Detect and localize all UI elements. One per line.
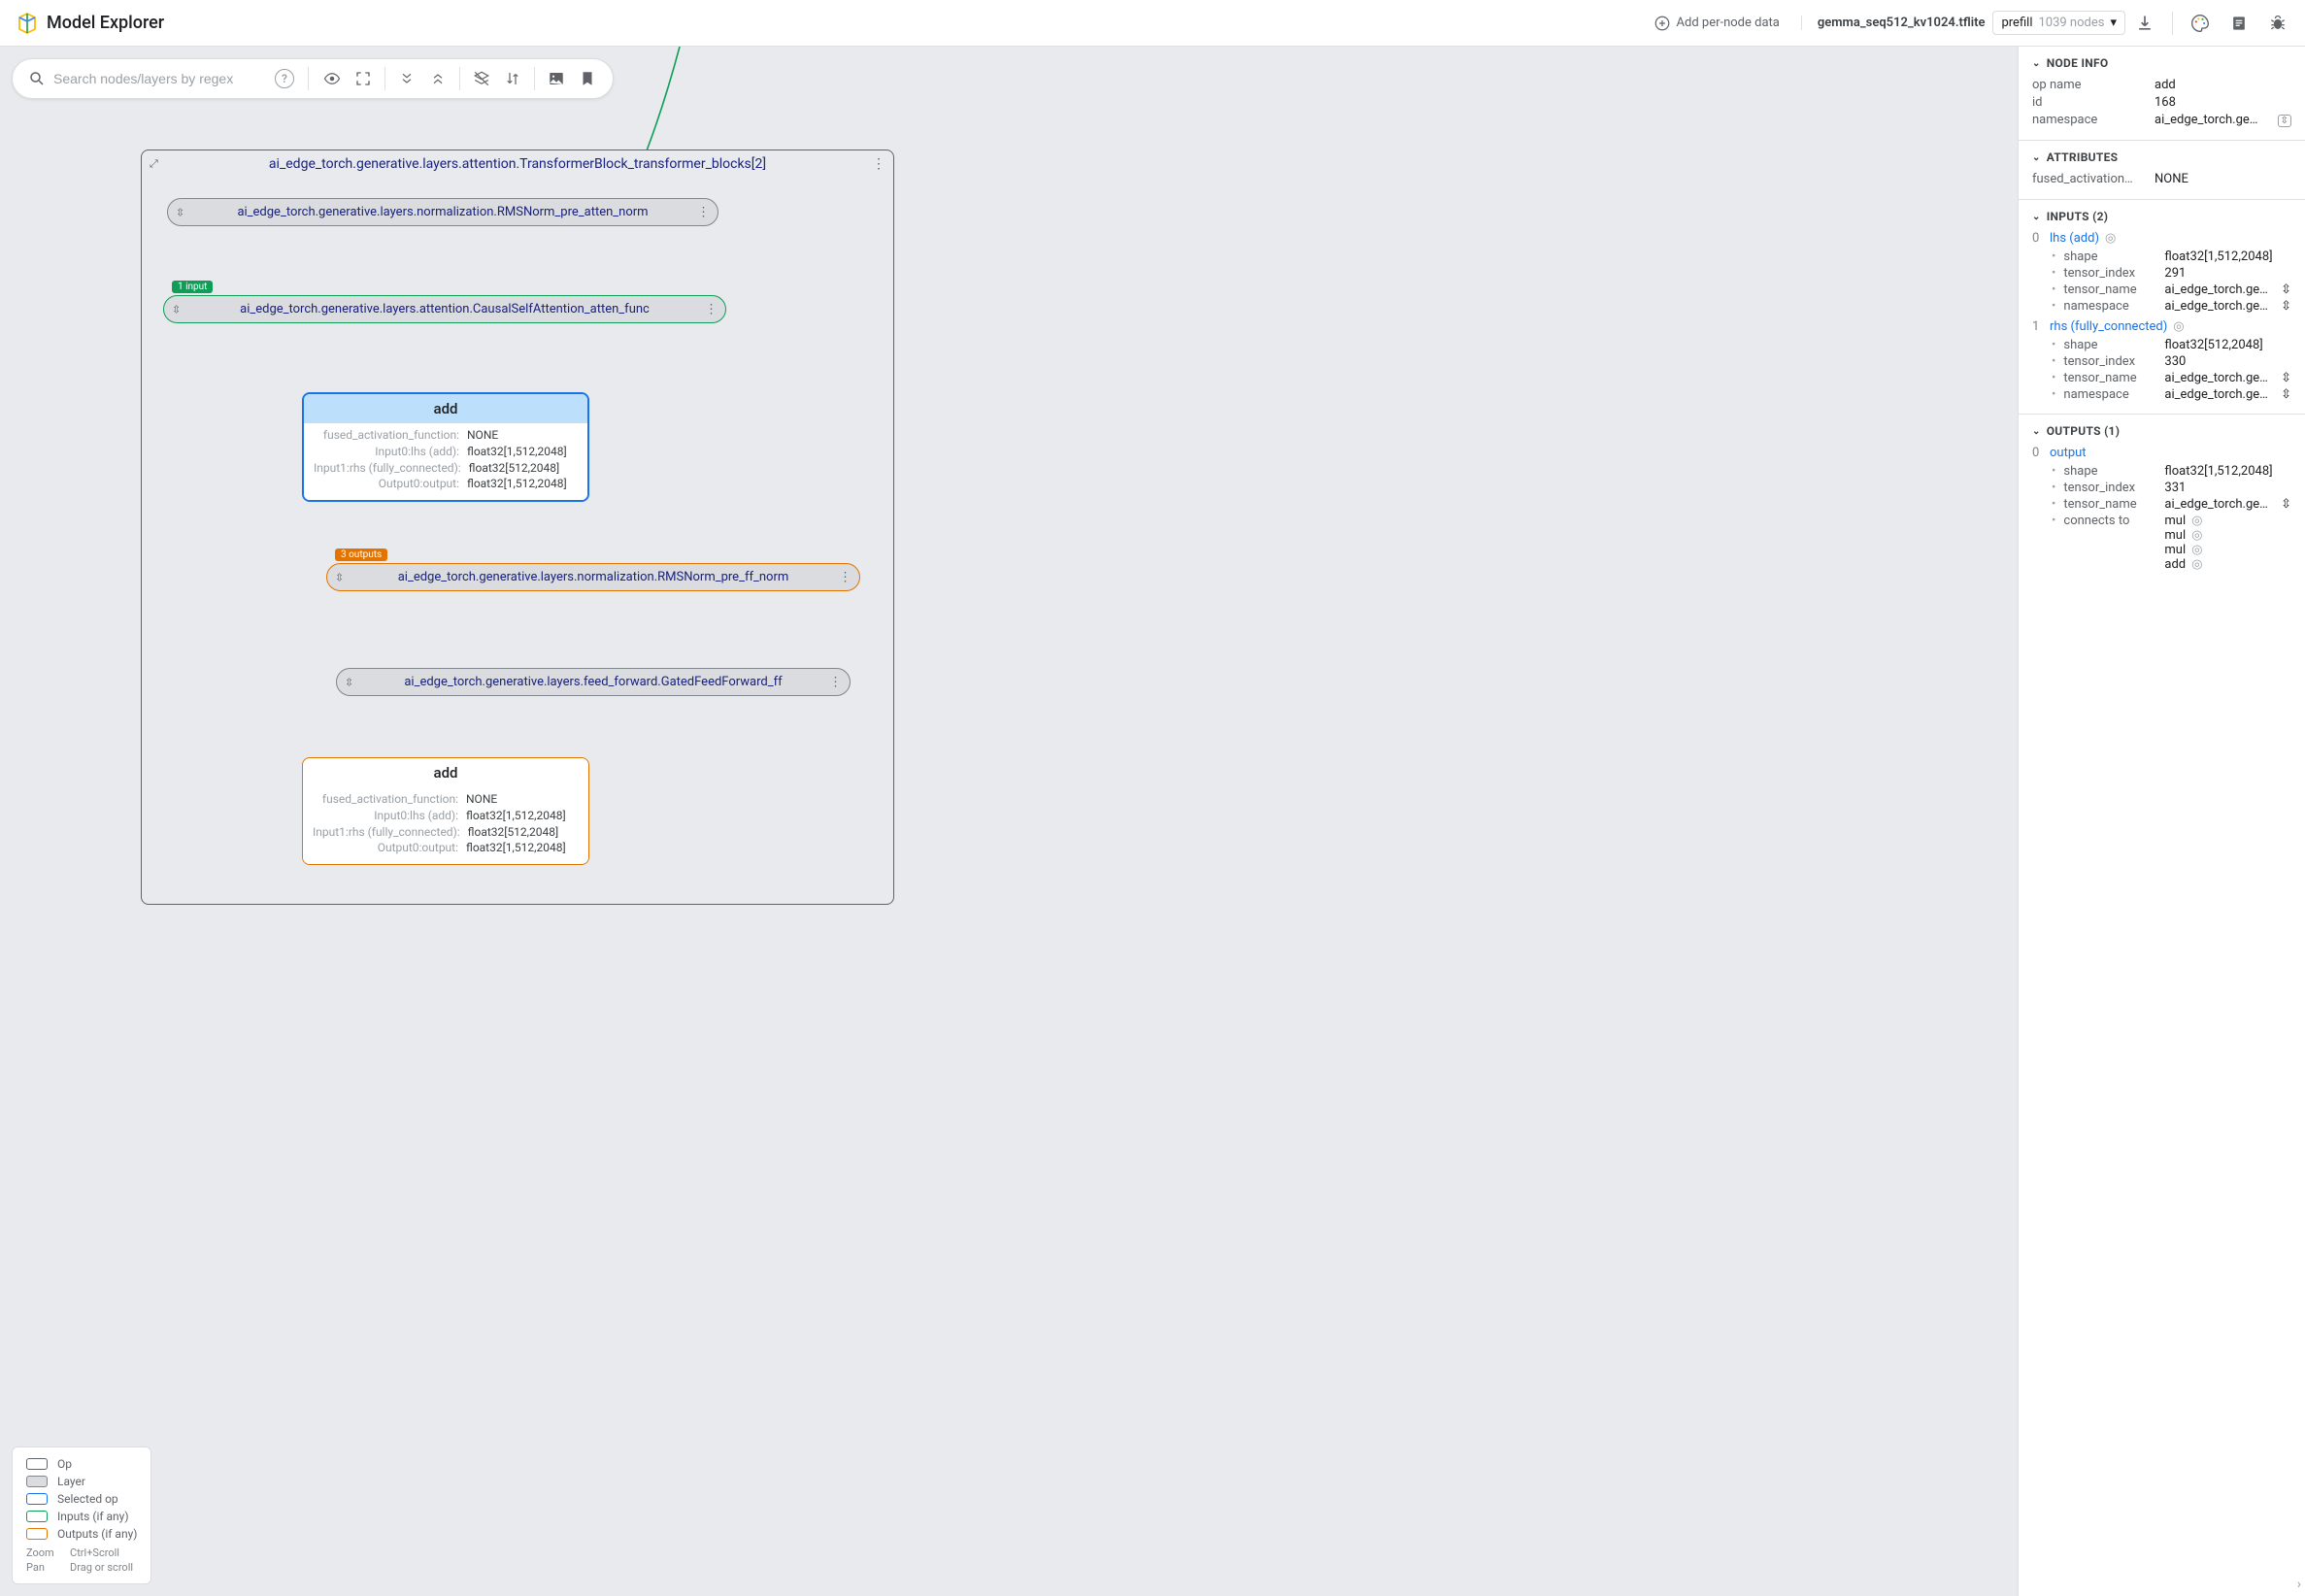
search-help-button[interactable]: ? [275,69,294,88]
app-header: Model Explorer Add per-node data gemma_s… [0,0,2305,47]
notes-button[interactable] [2227,12,2251,35]
connects-to-item[interactable]: mul◎ [2164,543,2291,557]
rmsnorm-pre-atten-node[interactable]: ⇳ ai_edge_torch.generative.layers.normal… [167,198,718,226]
palette-button[interactable] [2188,12,2212,35]
section-inputs[interactable]: ⌄INPUTS (2) [2032,210,2291,223]
canvas-toolbar: ? [12,58,614,99]
expand-all-button[interactable] [393,65,420,92]
output-0-link[interactable]: 0output [2032,446,2291,460]
input-1-link[interactable]: 1rhs (fully_connected)◎ [2032,319,2291,334]
model-name-label: gemma_seq512_kv1024.tflite [1801,16,1986,30]
bookmark-icon [579,70,596,87]
palette-icon [2190,14,2210,33]
section-node-info[interactable]: ⌄NODE INFO [2032,56,2291,70]
plus-circle-icon [1654,15,1671,32]
target-icon: ◎ [2191,528,2202,543]
more-icon[interactable]: ⋮ [705,302,718,316]
connects-to-item[interactable]: add◎ [2164,557,2291,572]
app-title: Model Explorer [47,13,164,33]
chevron-icon: ⌄ [2032,212,2041,222]
section-outputs[interactable]: ⌄OUTPUTS (1) [2032,424,2291,438]
expand-icon[interactable]: ⇳ [176,206,184,218]
bug-button[interactable] [2266,12,2289,35]
target-icon: ◎ [2191,557,2202,572]
more-icon[interactable]: ⋮ [697,205,710,219]
target-icon: ◎ [2173,319,2184,334]
chevron-icon: ⌄ [2032,152,2041,163]
collapse-icon[interactable]: ⤢ [150,157,158,171]
image-icon [548,70,565,87]
dropdown-icon: ▾ [2110,16,2117,30]
op-title: add [303,758,588,787]
copy-button[interactable]: ⇳ [2281,387,2291,402]
input-badge: 1 input [172,281,213,293]
logo-icon [16,12,39,35]
gated-feedforward-node[interactable]: ⇳ ai_edge_torch.generative.layers.feed_f… [336,668,851,696]
notes-icon [2229,14,2249,33]
sort-button[interactable] [499,65,526,92]
expand-icon[interactable]: ⇳ [335,571,344,583]
target-icon: ◎ [2105,231,2116,246]
legend-panel: Op Layer Selected op Inputs (if any) Out… [12,1446,151,1584]
more-icon[interactable]: ⋮ [839,570,852,584]
sort-icon [504,70,521,87]
input-0-link[interactable]: 0lhs (add)◎ [2032,231,2291,246]
causal-self-attention-node[interactable]: 1 input ⇳ ai_edge_torch.generative.layer… [163,295,726,323]
app-logo[interactable]: Model Explorer [16,12,164,35]
copy-button[interactable]: ⇳ [2281,299,2291,314]
target-icon: ◎ [2191,543,2202,557]
collapse-all-button[interactable] [424,65,451,92]
op-title: add [304,394,587,423]
collapse-up-icon [430,71,446,86]
layers-off-icon [473,70,490,87]
download-icon [2135,14,2155,33]
expand-down-icon [399,71,415,86]
target-icon: ◎ [2191,514,2202,528]
node-details-panel: ⌄NODE INFO op nameadd id168 namespaceai_… [2018,47,2305,1596]
add-op-selected[interactable]: add fused_activation_function:NONEInput0… [302,392,589,502]
layers-off-button[interactable] [468,65,495,92]
model-graph-select[interactable]: prefill 1039 nodes ▾ [1992,11,2125,35]
connects-to-item[interactable]: mul◎ [2164,528,2291,543]
copy-button[interactable]: ⇳ [2281,497,2291,512]
visibility-button[interactable] [318,65,346,92]
fit-screen-button[interactable] [350,65,377,92]
rmsnorm-pre-ff-node[interactable]: 3 outputs ⇳ ai_edge_torch.generative.lay… [326,563,860,591]
block-title-text: ai_edge_torch.generative.layers.attentio… [269,156,766,172]
download-button[interactable] [2133,12,2156,35]
chevron-icon: ⌄ [2032,58,2041,69]
more-icon[interactable]: ⋮ [872,156,885,172]
expand-icon[interactable]: ⇳ [345,676,353,688]
connects-to-item[interactable]: mul◎ [2164,514,2291,528]
more-icon[interactable]: ⋮ [829,675,842,689]
graph-canvas[interactable]: ? Op Layer Selected op Inputs (if [0,47,2018,1596]
bug-icon [2268,14,2288,33]
output-badge: 3 outputs [335,549,387,561]
copy-button[interactable]: ⇳ [2281,371,2291,385]
fit-icon [354,70,372,87]
scroll-hint-icon: › [2297,1577,2301,1592]
copy-button[interactable]: ⇳ [2278,115,2291,127]
image-button[interactable] [543,65,570,92]
chevron-icon: ⌄ [2032,426,2041,437]
section-attributes[interactable]: ⌄ATTRIBUTES [2032,150,2291,164]
add-pernode-data-button[interactable]: Add per-node data [1644,9,1789,38]
expand-icon[interactable]: ⇳ [172,303,181,316]
search-input[interactable] [53,71,267,86]
search-icon [28,70,46,87]
copy-button[interactable]: ⇳ [2281,283,2291,297]
header-actions: Add per-node data gemma_seq512_kv1024.tf… [1644,9,2289,38]
add-op-output[interactable]: add fused_activation_function:NONEInput0… [302,757,589,865]
eye-icon [323,70,341,87]
bookmark-button[interactable] [574,65,601,92]
